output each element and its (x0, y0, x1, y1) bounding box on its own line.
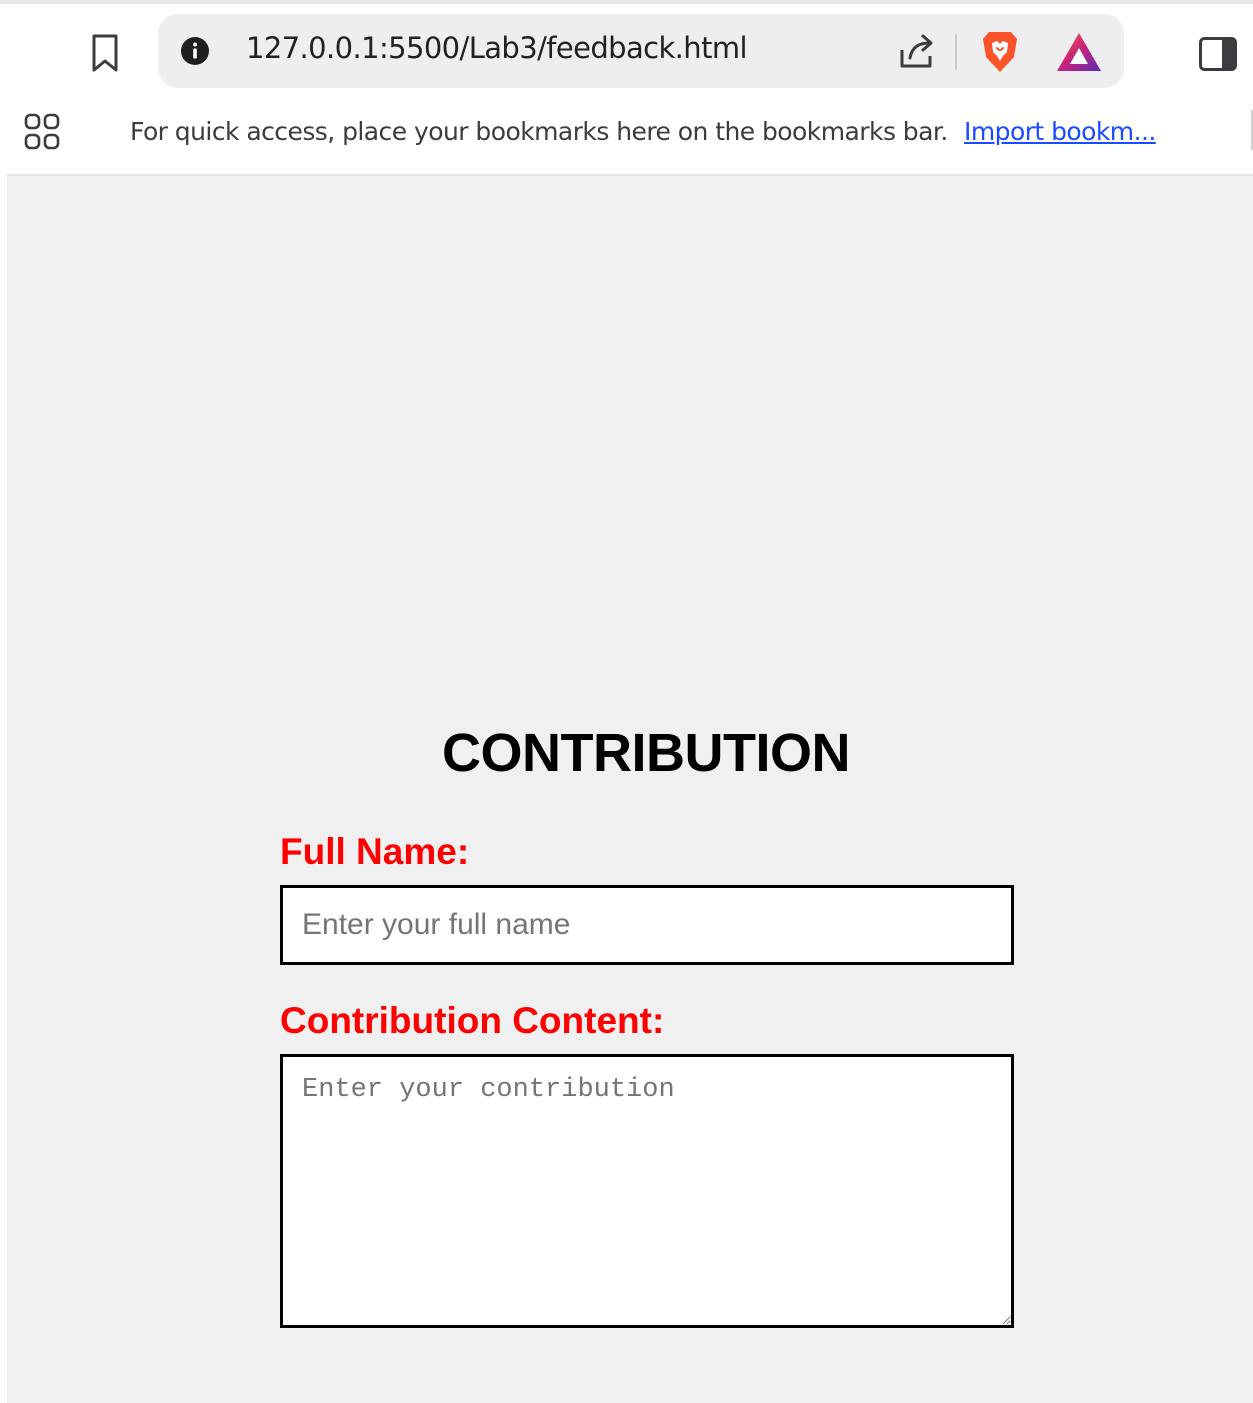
page-viewport: CONTRIBUTION Full Name: Contribution Con… (7, 176, 1253, 1403)
apps-button[interactable] (18, 108, 66, 156)
brave-rewards-icon (1057, 33, 1101, 71)
bookmarks-bar: For quick access, place your bookmarks h… (0, 96, 1253, 174)
bookmark-button[interactable] (84, 32, 126, 74)
browser-toolbar: 127.0.0.1:5500/Lab3/feedback.html (0, 4, 1253, 96)
contribution-content-label: Contribution Content: (280, 1000, 665, 1041)
apps-grid-icon (24, 113, 60, 150)
share-button[interactable] (896, 32, 936, 72)
omnibox-divider (955, 34, 957, 70)
bookmark-icon (92, 34, 118, 72)
brave-shields-button[interactable] (978, 29, 1022, 75)
info-icon (181, 37, 209, 65)
contribution-content-textarea[interactable] (280, 1054, 1014, 1328)
url-text[interactable]: 127.0.0.1:5500/Lab3/feedback.html (246, 31, 748, 65)
brave-shields-icon (983, 32, 1017, 72)
full-name-label: Full Name: (280, 831, 470, 872)
bookmarks-bar-hint: For quick access, place your bookmarks h… (130, 117, 948, 146)
share-icon (900, 34, 933, 68)
sidebar-toggle-icon (1199, 37, 1237, 71)
full-name-input[interactable] (280, 885, 1014, 965)
import-bookmarks-link[interactable]: Import bookm... (964, 117, 1156, 146)
site-info-button[interactable] (180, 36, 210, 66)
page-title: CONTRIBUTION (442, 723, 850, 783)
sidebar-toggle-button[interactable] (1196, 32, 1240, 76)
address-bar[interactable]: 127.0.0.1:5500/Lab3/feedback.html (158, 14, 1124, 88)
brave-rewards-button[interactable] (1054, 30, 1104, 74)
